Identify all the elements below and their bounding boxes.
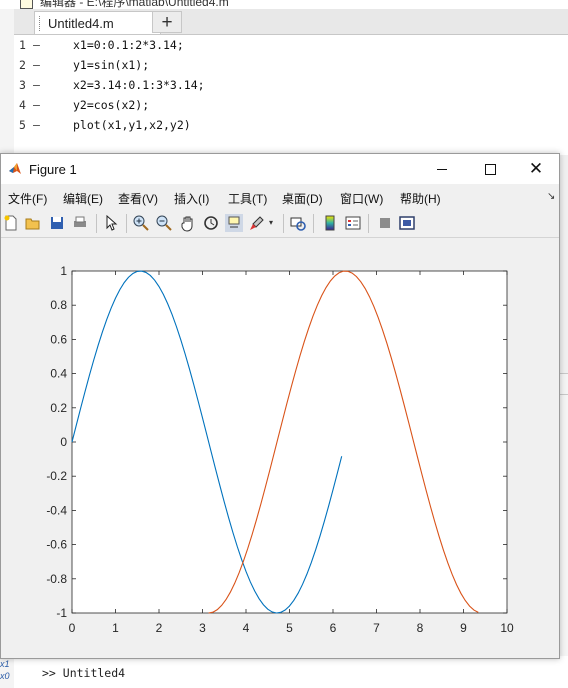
select-arrow-icon[interactable]: [102, 214, 120, 232]
y-tick-label: 0.4: [50, 367, 67, 381]
print-icon[interactable]: [71, 214, 89, 232]
brush-dropdown-icon[interactable]: ▾: [269, 214, 287, 232]
maximize-icon: [484, 163, 496, 175]
save-icon[interactable]: [48, 214, 66, 232]
editor-window-title: 编辑器 - E:\程序\matlab\Untitled4.m: [40, 0, 229, 9]
editor-titlebar: 编辑器 - E:\程序\matlab\Untitled4.m: [0, 0, 568, 9]
line-number: 3: [19, 78, 26, 92]
hide-plot-tools-icon[interactable]: [376, 214, 394, 232]
data-cursor-icon[interactable]: [225, 214, 243, 232]
code-text[interactable]: y2=cos(x2);: [73, 98, 149, 112]
command-prompt[interactable]: >> Untitled4: [42, 666, 125, 680]
line-number: 2: [19, 58, 26, 72]
breakpoint-marker[interactable]: —: [33, 118, 40, 132]
minimize-button[interactable]: [419, 154, 465, 184]
link-plot-icon[interactable]: [289, 214, 307, 232]
x-tick-label: 0: [69, 621, 76, 635]
y-tick-label: -1: [56, 606, 67, 620]
new-tab-button[interactable]: +: [152, 11, 182, 33]
x-tick-label: 4: [243, 621, 250, 635]
code-line[interactable]: 4 — y2=cos(x2);: [14, 95, 568, 115]
open-file-icon[interactable]: [24, 214, 42, 232]
brush-icon[interactable]: [248, 214, 266, 232]
code-line[interactable]: 1 — x1=0:0.1:2*3.14;: [14, 35, 568, 55]
tab-label: Untitled4.m: [48, 16, 114, 31]
colorbar-icon[interactable]: [321, 214, 339, 232]
line-number: 1: [19, 38, 26, 52]
command-window[interactable]: >> Untitled4: [14, 656, 568, 688]
y-tick-label: -0.2: [46, 469, 67, 483]
breakpoint-marker[interactable]: —: [33, 38, 40, 52]
y-tick-label: 0: [60, 435, 67, 449]
x-tick-label: 6: [330, 621, 337, 635]
y-tick-label: 0.2: [50, 401, 67, 415]
show-plot-tools-icon[interactable]: [398, 214, 416, 232]
breakpoint-marker[interactable]: —: [33, 78, 40, 92]
workspace-panel-edge: [559, 373, 568, 657]
minimize-icon: [437, 168, 447, 170]
code-line[interactable]: 2 — y1=sin(x1);: [14, 55, 568, 75]
figure-titlebar[interactable]: Figure 1 ✕: [1, 154, 559, 184]
close-button[interactable]: ✕: [513, 154, 559, 184]
code-text[interactable]: x1=0:0.1:2*3.14;: [73, 38, 184, 52]
line-number: 4: [19, 98, 26, 112]
figure-title: Figure 1: [29, 162, 77, 177]
left-panel-marks: x1 x0: [0, 659, 10, 681]
x-tick-label: 3: [199, 621, 206, 635]
breakpoint-marker[interactable]: —: [33, 98, 40, 112]
axes-box[interactable]: [71, 270, 508, 614]
x-tick-label: 8: [417, 621, 424, 635]
editor-tab-strip: Untitled4.m ✕ +: [14, 9, 568, 35]
axes-svg[interactable]: 0 1 2 3 4 5 6 7 8 9 10 -1 -0.8 -0.6 -0.4 -0.2 0 0.2 0.4 0.6…: [1, 238, 559, 658]
x-tick-label: 9: [460, 621, 467, 635]
tab-untitled4[interactable]: Untitled4.m ✕: [34, 11, 164, 34]
editor-icon: [20, 0, 33, 9]
y-tick-label: -0.4: [46, 503, 67, 517]
code-line[interactable]: 5 — plot(x1,y1,x2,y2): [14, 115, 568, 135]
new-figure-icon[interactable]: [2, 214, 20, 232]
rotate-3d-icon[interactable]: [202, 214, 220, 232]
zoom-out-icon[interactable]: [155, 214, 173, 232]
menu-desktop[interactable]: 桌面(D): [282, 190, 323, 207]
code-text[interactable]: y1=sin(x1);: [73, 58, 149, 72]
menu-view[interactable]: 查看(V): [118, 190, 158, 207]
x-tick-label: 10: [500, 621, 514, 635]
y-tick-label: -0.6: [46, 538, 67, 552]
code-line[interactable]: 3 — x2=3.14:0.1:3*3.14;: [14, 75, 568, 95]
maximize-button[interactable]: [467, 154, 513, 184]
line-number: 5: [19, 118, 26, 132]
y-tick-label: -0.8: [46, 572, 67, 586]
breakpoint-marker[interactable]: —: [33, 58, 40, 72]
menu-tools[interactable]: 工具(T): [228, 190, 267, 207]
menu-edit[interactable]: 编辑(E): [63, 190, 103, 207]
menu-overflow-icon[interactable]: ↘: [547, 191, 555, 202]
code-text[interactable]: plot(x1,y1,x2,y2): [73, 118, 191, 132]
figure-toolbar: ▾: [1, 210, 559, 238]
x-tick-label: 2: [156, 621, 163, 635]
matlab-logo-icon: [9, 163, 21, 174]
y-tick-label: 0.6: [50, 332, 67, 346]
tab-grip: [39, 16, 42, 31]
legend-icon[interactable]: [344, 214, 362, 232]
menu-help[interactable]: 帮助(H): [400, 190, 441, 207]
menu-window[interactable]: 窗口(W): [340, 190, 383, 207]
figure-menubar: 文件(F) 编辑(E) 查看(V) 插入(I) 工具(T) 桌面(D) 窗口(W…: [1, 184, 559, 210]
plot-area[interactable]: 0 1 2 3 4 5 6 7 8 9 10 -1 -0.8 -0.6 -0.4 -0.2 0 0.2 0.4 0.6…: [1, 238, 559, 658]
x-tick-label: 5: [286, 621, 293, 635]
figure-window: Figure 1 ✕ 文件(F) 编辑(E) 查看(V) 插入(I) 工具(T)…: [0, 153, 560, 659]
pan-icon[interactable]: [179, 214, 197, 232]
x-tick-label: 1: [112, 621, 119, 635]
menu-file[interactable]: 文件(F): [8, 190, 47, 207]
code-editor[interactable]: 1 — x1=0:0.1:2*3.14; 2 — y1=sin(x1); 3 —…: [14, 35, 568, 155]
y-tick-label: 0.8: [50, 298, 67, 312]
menu-insert[interactable]: 插入(I): [174, 190, 209, 207]
y-tick-label: 1: [60, 264, 67, 278]
zoom-in-icon[interactable]: [132, 214, 150, 232]
code-text[interactable]: x2=3.14:0.1:3*3.14;: [73, 78, 205, 92]
x-tick-label: 7: [373, 621, 380, 635]
